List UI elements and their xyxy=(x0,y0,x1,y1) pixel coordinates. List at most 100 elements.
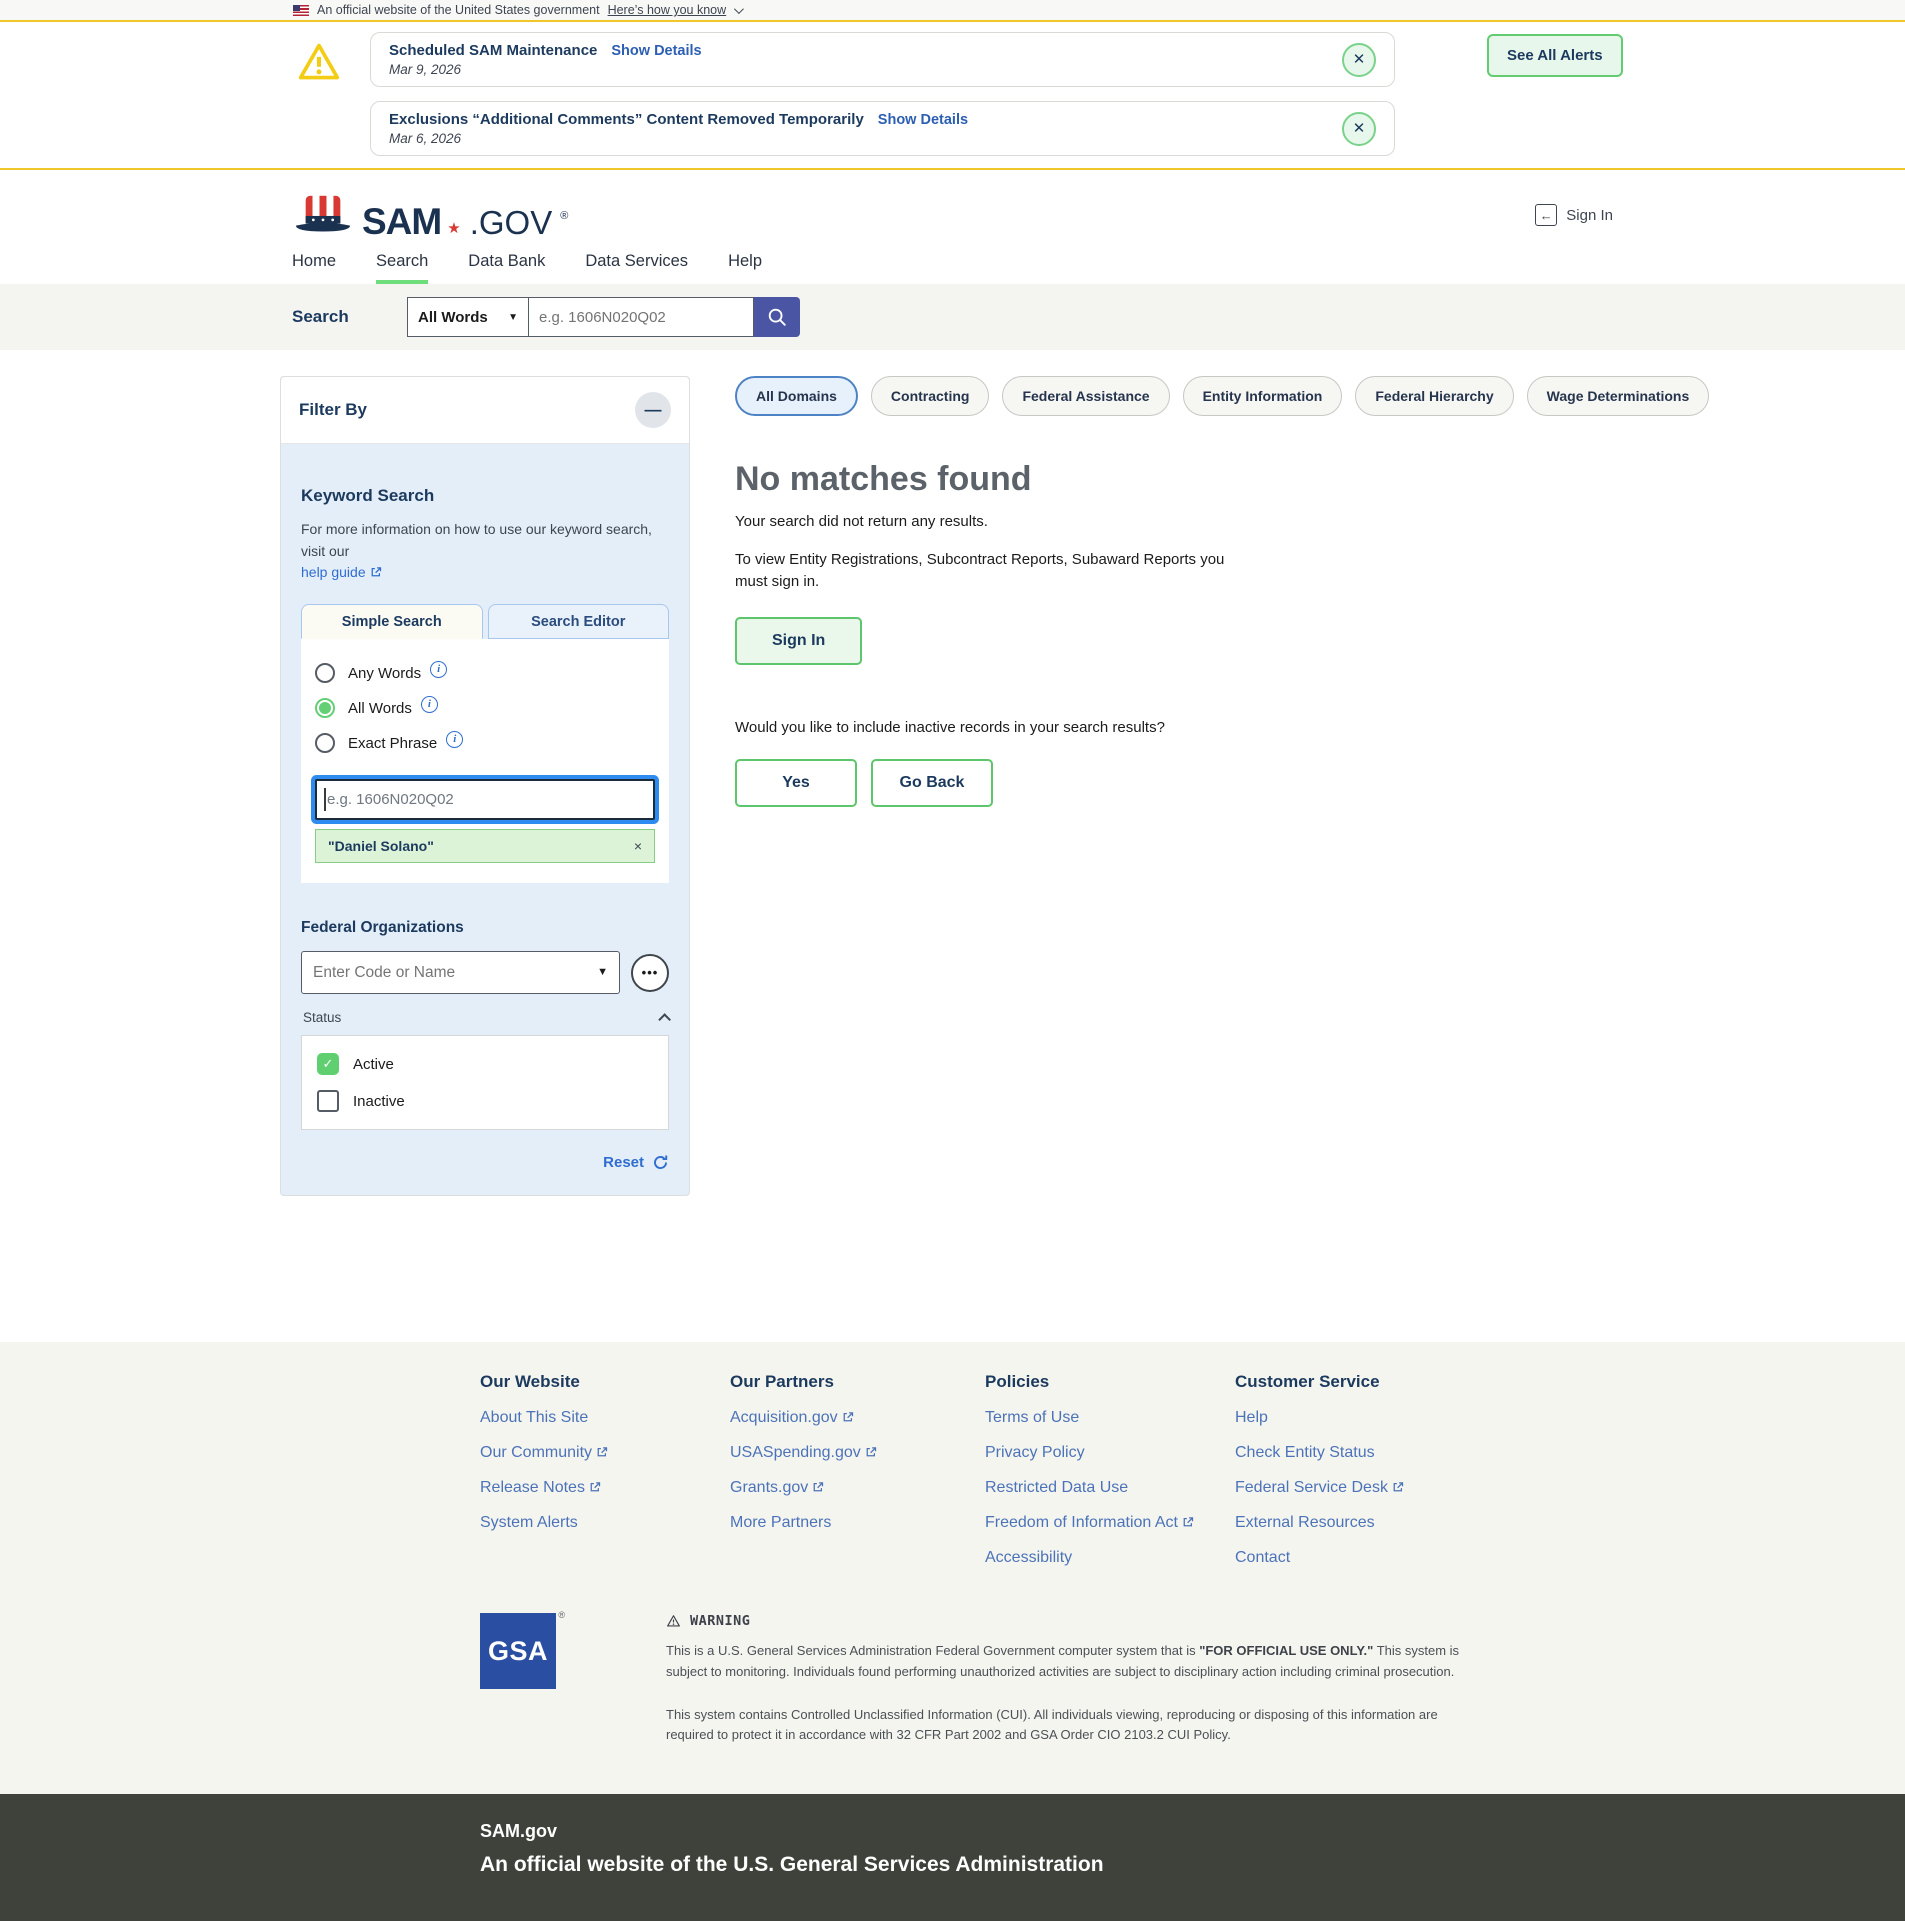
gov-banner-text: An official website of the United States… xyxy=(317,3,600,17)
footer-column-heading: Customer Service xyxy=(1235,1372,1625,1392)
nav-item-help[interactable]: Help xyxy=(728,252,762,284)
gov-banner-how-link[interactable]: Here’s how you know xyxy=(608,3,727,17)
see-all-alerts-button[interactable]: See All Alerts xyxy=(1487,34,1623,77)
federal-orgs-more-button[interactable]: ••• xyxy=(631,954,669,992)
footer-link-restricted-data-use[interactable]: Restricted Data Use xyxy=(985,1479,1235,1497)
domain-pill-all-domains[interactable]: All Domains xyxy=(735,376,858,416)
external-link-icon xyxy=(596,1446,608,1458)
alert-title: Exclusions “Additional Comments” Content… xyxy=(389,111,864,128)
footer-column-our-partners: Our Partners Acquisition.gov USASpending.g… xyxy=(730,1372,985,1567)
footer-column-heading: Our Partners xyxy=(730,1372,985,1392)
radio-all-words[interactable]: All Wordsi xyxy=(315,698,655,718)
footer-column-our-website: Our WebsiteAbout This SiteOur CommunityR… xyxy=(480,1372,730,1567)
domain-pill-wage-determinations[interactable]: Wage Determinations xyxy=(1527,376,1710,416)
alert-text: Scheduled SAM MaintenanceShow DetailsMar… xyxy=(389,42,702,77)
nav-item-home[interactable]: Home xyxy=(292,252,336,284)
info-icon[interactable]: i xyxy=(446,731,463,748)
logo-star-icon: ★ xyxy=(447,221,460,236)
federal-orgs-heading: Federal Organizations xyxy=(301,919,669,937)
ellipsis-icon: ••• xyxy=(642,965,659,980)
sign-in-button[interactable]: Sign In xyxy=(735,617,862,665)
info-icon[interactable]: i xyxy=(430,661,447,678)
alert-text: Exclusions “Additional Comments” Content… xyxy=(389,111,968,146)
footer-column-policies: PoliciesTerms of UsePrivacy PolicyRestri… xyxy=(985,1372,1235,1567)
help-guide-link[interactable]: help guide xyxy=(301,564,382,580)
footer-link-usaspending-gov[interactable]: USASpending.gov xyxy=(730,1444,985,1462)
tab-search-editor[interactable]: Search Editor xyxy=(488,604,670,639)
domain-pill-entity-information[interactable]: Entity Information xyxy=(1183,376,1343,416)
nav-item-data-bank[interactable]: Data Bank xyxy=(468,252,545,284)
yes-button[interactable]: Yes xyxy=(735,759,857,807)
status-options: ✓Active Inactive xyxy=(301,1035,669,1130)
domain-pill-contracting[interactable]: Contracting xyxy=(871,376,990,416)
footer-link-external-resources[interactable]: External Resources xyxy=(1235,1514,1625,1532)
footer-link-about-this-site[interactable]: About This Site xyxy=(480,1409,730,1427)
header-sign-in[interactable]: ← Sign In xyxy=(1535,204,1613,226)
search-submit-button[interactable] xyxy=(754,297,800,337)
checkbox-inactive[interactable]: Inactive xyxy=(317,1090,653,1112)
alert-show-details-link[interactable]: Show Details xyxy=(878,112,968,128)
footer-link-accessibility[interactable]: Accessibility xyxy=(985,1549,1235,1567)
search-icon xyxy=(766,306,788,328)
nav-item-search[interactable]: Search xyxy=(376,252,428,284)
keyword-search-heading: Keyword Search xyxy=(301,486,669,506)
external-link-icon xyxy=(842,1411,854,1423)
samgov-logo[interactable]: SAM ★ .GOV ® xyxy=(292,192,568,238)
text-caret xyxy=(324,788,326,811)
footer-link-grants-gov[interactable]: Grants.gov xyxy=(730,1479,985,1497)
radio-button-icon xyxy=(315,698,335,718)
keyword-input[interactable] xyxy=(315,779,655,820)
footer-link-acquisition-gov[interactable]: Acquisition.gov xyxy=(730,1409,985,1427)
inactive-records-question: Would you like to include inactive recor… xyxy=(735,719,1709,736)
no-results-message: Your search did not return any results. xyxy=(735,513,1709,530)
external-link-icon xyxy=(865,1446,877,1458)
footer-link-our-community[interactable]: Our Community xyxy=(480,1444,730,1462)
footer-link-federal-service-desk[interactable]: Federal Service Desk xyxy=(1235,1479,1625,1497)
search-band: Search All Words ▼ xyxy=(0,284,1905,350)
alert-close-button[interactable]: ✕ xyxy=(1342,43,1376,77)
alert-stack: Scheduled SAM MaintenanceShow DetailsMar… xyxy=(370,32,1395,156)
checkbox-active[interactable]: ✓Active xyxy=(317,1053,653,1075)
keyword-tabs: Simple SearchSearch Editor xyxy=(301,604,669,639)
domain-pill-federal-hierarchy[interactable]: Federal Hierarchy xyxy=(1355,376,1513,416)
dropdown-caret-icon[interactable]: ▼ xyxy=(597,966,608,978)
chevron-up-icon[interactable] xyxy=(658,1013,671,1026)
footer-link-help[interactable]: Help xyxy=(1235,1409,1625,1427)
info-icon[interactable]: i xyxy=(421,696,438,713)
tab-simple-search[interactable]: Simple Search xyxy=(301,604,483,639)
alert-date: Mar 9, 2026 xyxy=(389,62,702,77)
footer-link-contact[interactable]: Contact xyxy=(1235,1549,1625,1567)
radio-any-words[interactable]: Any Wordsi xyxy=(315,663,655,683)
alert-show-details-link[interactable]: Show Details xyxy=(611,43,701,59)
warning-paragraph-2: This system contains Controlled Unclassi… xyxy=(666,1705,1466,1747)
go-back-button[interactable]: Go Back xyxy=(871,759,993,807)
federal-orgs-input[interactable] xyxy=(301,951,620,994)
radio-exact-phrase[interactable]: Exact Phrasei xyxy=(315,733,655,753)
footer-link-release-notes[interactable]: Release Notes xyxy=(480,1479,730,1497)
footer-link-system-alerts[interactable]: System Alerts xyxy=(480,1514,730,1532)
logo-gov-text: .GOV xyxy=(470,208,553,238)
footer-link-check-entity-status[interactable]: Check Entity Status xyxy=(1235,1444,1625,1462)
filter-by-title: Filter By xyxy=(299,400,367,420)
filter-collapse-button[interactable]: — xyxy=(635,392,671,428)
close-icon: × xyxy=(634,838,642,854)
help-guide-label: help guide xyxy=(301,564,366,580)
search-type-dropdown[interactable]: All Words ▼ xyxy=(407,297,529,337)
warning-title: WARNING xyxy=(690,1613,750,1629)
reset-link[interactable]: Reset xyxy=(603,1154,644,1171)
footer-link-terms-of-use[interactable]: Terms of Use xyxy=(985,1409,1235,1427)
footer-column-customer-service: Customer Service Help Check Entity Status F… xyxy=(1235,1372,1625,1567)
domain-pill-federal-assistance[interactable]: Federal Assistance xyxy=(1002,376,1169,416)
footer-link-freedom-of-information-act[interactable]: Freedom of Information Act xyxy=(985,1514,1235,1532)
alert-close-button[interactable]: ✕ xyxy=(1342,112,1376,146)
keyword-info-text: For more information on how to use our k… xyxy=(301,521,652,559)
uncle-sam-hat-icon xyxy=(292,192,354,238)
tag-remove-button[interactable]: × xyxy=(634,838,642,854)
footer-link-more-partners[interactable]: More Partners xyxy=(730,1514,985,1532)
refresh-icon[interactable] xyxy=(652,1154,669,1171)
top-search-input[interactable] xyxy=(529,297,754,337)
footer-link-privacy-policy[interactable]: Privacy Policy xyxy=(985,1444,1235,1462)
nav-item-data-services[interactable]: Data Services xyxy=(585,252,688,284)
external-link-icon xyxy=(370,566,382,578)
footer-agency-subtitle: An official website of the U.S. General … xyxy=(480,1853,1625,1877)
